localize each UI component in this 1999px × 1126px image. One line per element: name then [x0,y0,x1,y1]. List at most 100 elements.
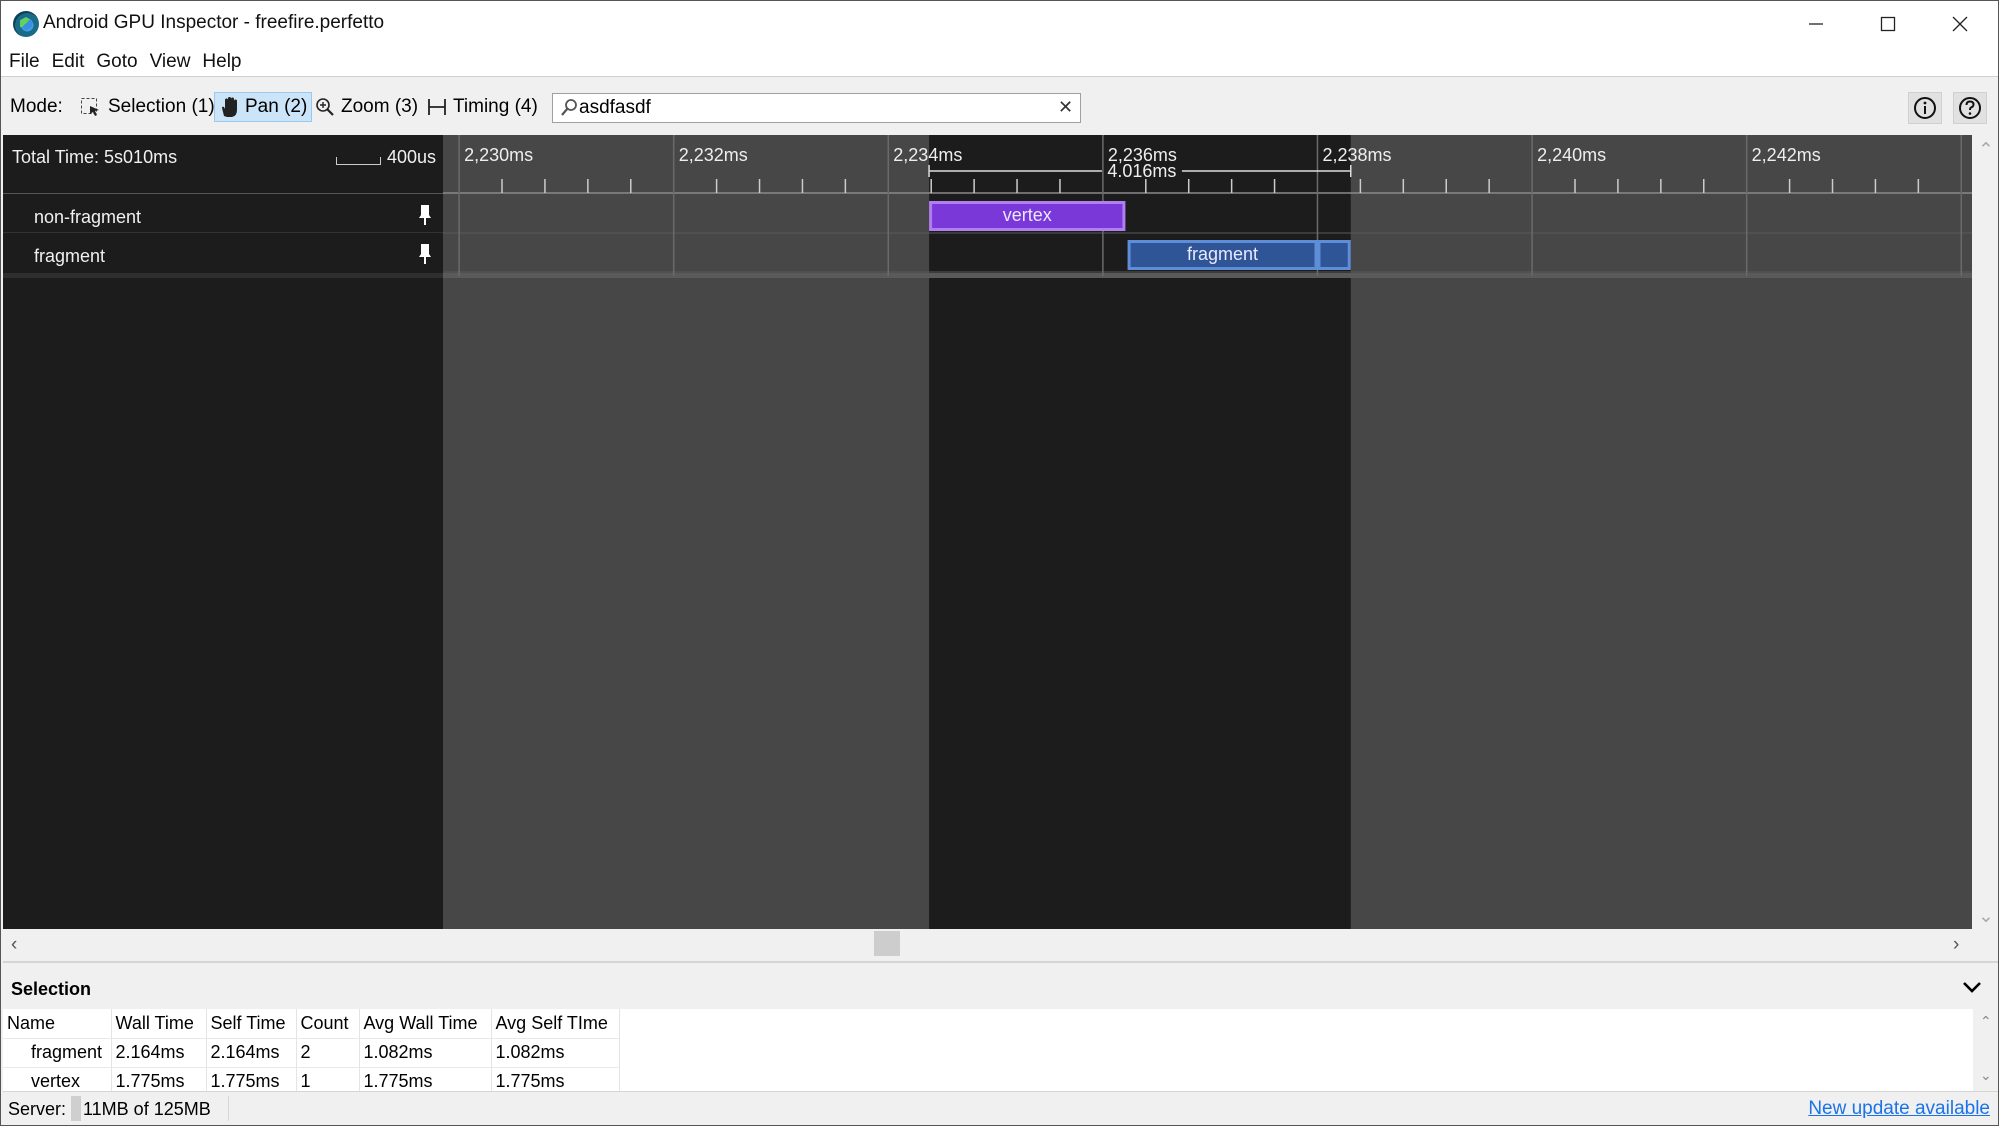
table-header-row: Name Wall Time Self Time Count Avg Wall … [3,1009,620,1039]
server-label: Server: [8,1099,67,1119]
tracks-bottom-divider [3,273,443,278]
cell-name: fragment [3,1038,112,1068]
pin-icon[interactable] [418,205,432,225]
cell-wall-time: 2.164ms [111,1038,207,1068]
scroll-down-icon[interactable]: ⌄ [1980,1067,1992,1084]
cell-self-time: 2.164ms [206,1038,297,1068]
total-time-label: Total Time: 5s010ms [12,147,178,167]
cell-avg-self-time: 1.775ms [491,1067,620,1091]
status-bar: Server: 11MB of 125MB New update availab… [3,1091,1998,1125]
update-available-link[interactable]: New update available [1808,1098,1990,1120]
chevron-down-icon[interactable] [1961,977,1983,997]
tick-label: 2,242ms [1752,145,1821,165]
mode-zoom-label: Zoom (3) [341,96,419,117]
scroll-right-icon[interactable]: › [1953,934,1959,956]
hand-icon [222,97,237,117]
menu-bar: File Edit Goto View Help [1,47,1998,77]
close-icon [1952,16,1968,32]
info-button[interactable] [1908,92,1942,124]
column-header[interactable]: Wall Time [111,1009,207,1039]
cell-wall-time: 1.775ms [111,1067,207,1091]
tick-label: 2,230ms [464,145,533,165]
mode-pan-button[interactable]: Pan (2) [214,92,313,122]
scroll-up-icon[interactable]: ⌃ [1978,139,1994,162]
cell-avg-wall-time: 1.082ms [359,1038,492,1068]
scroll-down-icon[interactable]: ⌄ [1978,905,1994,928]
memory-usage-bar [71,1096,81,1121]
track-label-fragment: fragment [34,246,106,266]
scroll-up-icon[interactable]: ⌃ [1980,1013,1992,1030]
tick-label: 2,234ms [893,145,962,165]
close-button[interactable] [1924,1,1996,47]
help-button[interactable] [1953,92,1987,124]
selection-table: Name Wall Time Self Time Count Avg Wall … [3,1009,1973,1091]
table-row[interactable]: vertex 1.775ms 1.775ms 1 1.775ms 1.775ms [3,1067,620,1091]
tick-label: 2,240ms [1537,145,1606,165]
track-label-panel: Total Time: 5s010ms 400us non-fragment f… [3,135,443,929]
column-header[interactable]: Count [296,1009,360,1039]
selection-icon [81,98,99,116]
column-header[interactable]: Name [3,1009,112,1039]
minimize-button[interactable] [1780,1,1852,47]
mode-timing-button[interactable]: Timing (4) [422,92,543,122]
mode-zoom-button[interactable]: Zoom (3) [310,92,423,122]
pin-icon[interactable] [418,244,432,264]
tick-label: 2,238ms [1322,145,1391,165]
menu-goto[interactable]: Goto [96,51,137,73]
cell-name: vertex [3,1067,112,1091]
tracks-bottom-divider [443,273,1972,278]
zoom-icon [316,98,334,116]
memory-usage-text: 11MB of 125MB [83,1099,211,1119]
mode-timing-label: Timing (4) [453,96,538,117]
timeline-horizontal-scrollbar[interactable]: ‹ › [3,929,1998,963]
selection-table-grid: Name Wall Time Self Time Count Avg Wall … [3,1009,620,1091]
menu-file[interactable]: File [9,51,40,73]
cell-count: 1 [296,1067,360,1091]
mode-selection-label: Selection (1) [108,96,215,117]
menu-edit[interactable]: Edit [52,51,85,73]
cell-self-time: 1.775ms [206,1067,297,1091]
selection-panel-title: Selection [11,979,92,999]
clear-search-icon[interactable]: ✕ [1058,97,1073,118]
slice-label: fragment [1187,244,1258,264]
column-header[interactable]: Avg Self TIme [491,1009,620,1039]
search-field[interactable]: ✕ [552,93,1081,123]
table-row[interactable]: fragment 2.164ms 2.164ms 2 1.082ms 1.082… [3,1038,620,1068]
selection-duration-label: 4.016ms [1107,161,1176,181]
column-header[interactable]: Self Time [206,1009,297,1039]
mode-selection-button[interactable]: Selection (1) [75,92,220,122]
track-divider [3,232,443,233]
maximize-button[interactable] [1852,1,1924,47]
ruler-divider [3,193,443,194]
scrollbar-thumb[interactable] [874,931,900,956]
search-icon [561,99,577,116]
selection-table-scrollbar[interactable]: ⌃ ⌄ [1973,1009,1998,1091]
column-header[interactable]: Avg Wall Time [359,1009,492,1039]
tick-label: 2,232ms [679,145,748,165]
status-divider [228,1096,229,1121]
slice-fragment-tail[interactable] [1317,240,1351,270]
track-label-non-fragment: non-fragment [34,207,142,227]
maximize-icon [1880,16,1896,32]
menu-help[interactable]: Help [202,51,241,73]
scale-label: 400us [387,147,437,167]
timeline-vertical-scrollbar[interactable]: ⌃ ⌄ [1972,135,1998,929]
title-bar: Android GPU Inspector - freefire.perfett… [1,1,1998,47]
mode-pan-label: Pan (2) [245,96,308,117]
scroll-left-icon[interactable]: ‹ [11,934,17,956]
mode-label: Mode: [10,96,63,117]
menu-view[interactable]: View [150,51,191,73]
timing-icon [428,99,446,115]
timeline-view[interactable]: 2,230ms 2,232ms 2,234ms 2,236ms 2,238ms 2,240… [3,135,1972,929]
selection-panel-header: Selection [3,965,1998,1009]
info-icon [1914,97,1936,119]
window-title: Android GPU Inspector - freefire.perfett… [43,12,385,33]
search-input[interactable] [579,96,1049,120]
cell-avg-wall-time: 1.775ms [359,1067,492,1091]
minimize-icon [1809,23,1823,25]
scale-bar [336,157,381,165]
cell-avg-self-time: 1.082ms [491,1038,620,1068]
cell-count: 2 [296,1038,360,1068]
help-icon [1959,97,1981,119]
slice-label: vertex [1003,205,1052,225]
